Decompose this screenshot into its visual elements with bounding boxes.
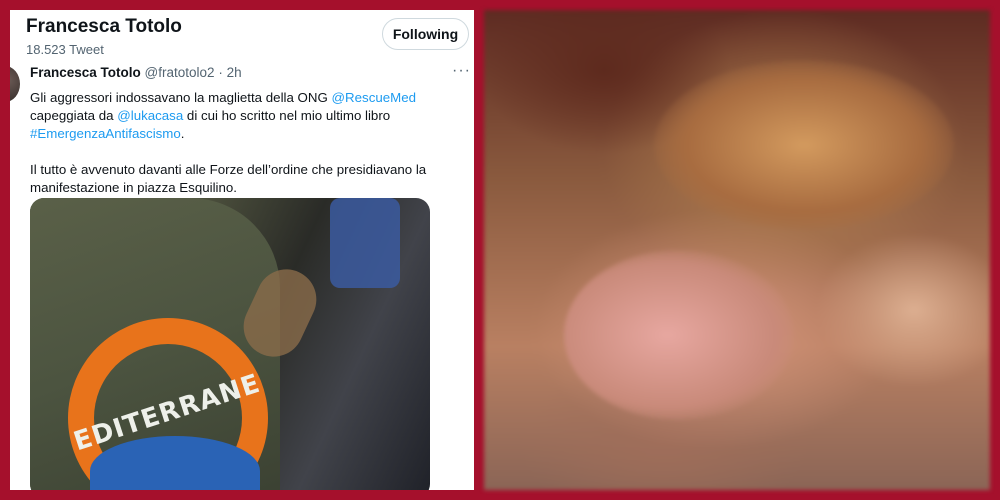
blurred-photo-panel <box>484 10 990 490</box>
mention-lukacasa[interactable]: @lukacasa <box>117 108 183 123</box>
tweet-text-segment: . <box>180 126 185 141</box>
background-person <box>330 198 400 288</box>
tweet-count: 18.523 Tweet <box>26 42 104 57</box>
hair-blur <box>654 60 954 230</box>
tweet-media-photo[interactable]: EDITERRANE <box>30 198 430 490</box>
tweet-text: Gli aggressori indossavano la maglietta … <box>30 89 470 197</box>
profile-header: Francesca Totolo 18.523 Tweet <box>26 16 182 57</box>
more-icon[interactable]: ··· <box>452 62 471 80</box>
tweet-text-segment: Gli aggressori indossavano la maglietta … <box>30 90 332 105</box>
separator: · <box>218 65 223 80</box>
face-blur <box>564 250 794 420</box>
following-button[interactable]: Following <box>382 18 469 50</box>
tweet-text-paragraph: Il tutto è avvenuto davanti alle Forze d… <box>30 162 427 195</box>
hashtag-link[interactable]: #EmergenzaAntifascismo <box>30 126 181 141</box>
tweet-author[interactable]: Francesca Totolo <box>30 65 141 80</box>
tweet-handle[interactable]: @fratotolo2 <box>145 65 215 80</box>
tweet-time[interactable]: 2h <box>227 65 242 80</box>
tweet-text-segment: capeggiata da <box>30 108 118 123</box>
profile-name: Francesca Totolo <box>26 16 182 37</box>
mention-rescuemed[interactable]: @RescueMed <box>332 90 416 105</box>
tweet-text-segment: di cui ho scritto nel mio ultimo libro <box>183 108 391 123</box>
tweet-screenshot-panel: Francesca Totolo 18.523 Tweet Following … <box>10 10 474 490</box>
tweet-header: Francesca Totolo @fratotolo2 · 2h <box>30 65 470 80</box>
avatar[interactable] <box>10 66 20 102</box>
